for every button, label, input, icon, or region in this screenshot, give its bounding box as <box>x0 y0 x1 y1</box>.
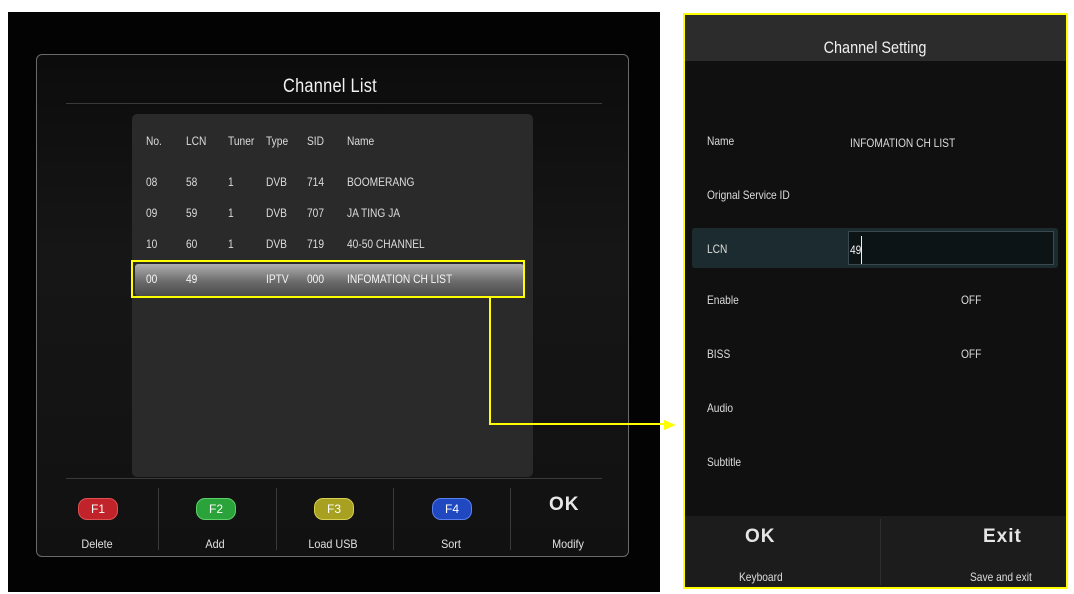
cell-sid: 707 <box>307 206 325 220</box>
modify-label: Modify <box>552 537 584 551</box>
title-divider <box>66 103 602 104</box>
biss-row[interactable] <box>692 340 1058 368</box>
biss-value: OFF <box>961 347 982 361</box>
lcn-input[interactable] <box>848 231 1054 265</box>
function-bar-divider <box>66 478 602 479</box>
cell-no: 08 <box>146 175 158 189</box>
cell-lcn: 59 <box>186 206 198 220</box>
lcn-value: 49 <box>850 243 862 257</box>
connector-line-horizontal <box>489 423 665 425</box>
sort-label: Sort <box>441 537 461 551</box>
channel-list-title: Channel List <box>283 76 377 97</box>
column-header-type: Type <box>266 134 289 148</box>
cell-tuner: 1 <box>228 237 234 251</box>
f4-key-icon: F4 <box>432 498 472 520</box>
connector-line-vertical <box>489 297 491 425</box>
name-value: INFOMATION CH LIST <box>850 136 956 150</box>
column-header-no: No. <box>146 134 162 148</box>
biss-label: BISS <box>707 347 731 361</box>
enable-label: Enable <box>707 293 739 307</box>
text-cursor <box>861 236 862 264</box>
lcn-label: LCN <box>707 242 728 256</box>
audio-label: Audio <box>707 401 734 415</box>
cell-sid: 719 <box>307 237 325 251</box>
f3-key-icon: F3 <box>314 498 354 520</box>
subtitle-row[interactable] <box>692 448 1058 476</box>
cell-lcn: 60 <box>186 237 198 251</box>
f2-key-icon: F2 <box>196 498 236 520</box>
audio-row[interactable] <box>692 394 1058 422</box>
function-bar-separator <box>510 488 511 550</box>
cell-tuner: 1 <box>228 175 234 189</box>
ok-key-icon: OK <box>745 526 776 547</box>
load-usb-label: Load USB <box>308 537 358 551</box>
column-header-sid: SID <box>307 134 325 148</box>
cell-lcn: 58 <box>186 175 198 189</box>
original-service-id-label: Orignal Service ID <box>707 188 790 202</box>
function-bar-separator <box>393 488 394 550</box>
cell-name: JA TING JA <box>347 206 401 220</box>
cell-type: DVB <box>266 206 287 220</box>
highlight-box <box>131 260 525 298</box>
cell-no: 09 <box>146 206 158 220</box>
column-header-lcn: LCN <box>186 134 207 148</box>
cell-tuner: 1 <box>228 206 234 220</box>
column-header-name: Name <box>347 134 375 148</box>
arrow-right-icon <box>664 420 676 430</box>
cell-type: DVB <box>266 237 287 251</box>
keyboard-label: Keyboard <box>739 570 783 584</box>
add-label: Add <box>205 537 225 551</box>
delete-label: Delete <box>81 537 113 551</box>
enable-value: OFF <box>961 293 982 307</box>
save-and-exit-label: Save and exit <box>970 570 1032 584</box>
column-header-tuner: Tuner <box>228 134 255 148</box>
function-bar-separator <box>276 488 277 550</box>
enable-row[interactable] <box>692 286 1058 314</box>
exit-key-icon: Exit <box>983 526 1022 547</box>
cell-name: BOOMERANG <box>347 175 415 189</box>
cell-type: DVB <box>266 175 287 189</box>
ok-key-icon: OK <box>549 494 580 515</box>
name-label: Name <box>707 134 735 148</box>
cell-no: 10 <box>146 237 158 251</box>
cell-name: 40-50 CHANNEL <box>347 237 425 251</box>
function-bar-separator <box>158 488 159 550</box>
subtitle-label: Subtitle <box>707 455 742 469</box>
cell-sid: 714 <box>307 175 325 189</box>
channel-setting-title: Channel Setting <box>823 38 927 57</box>
footer-separator <box>880 519 881 585</box>
f1-key-icon: F1 <box>78 498 118 520</box>
